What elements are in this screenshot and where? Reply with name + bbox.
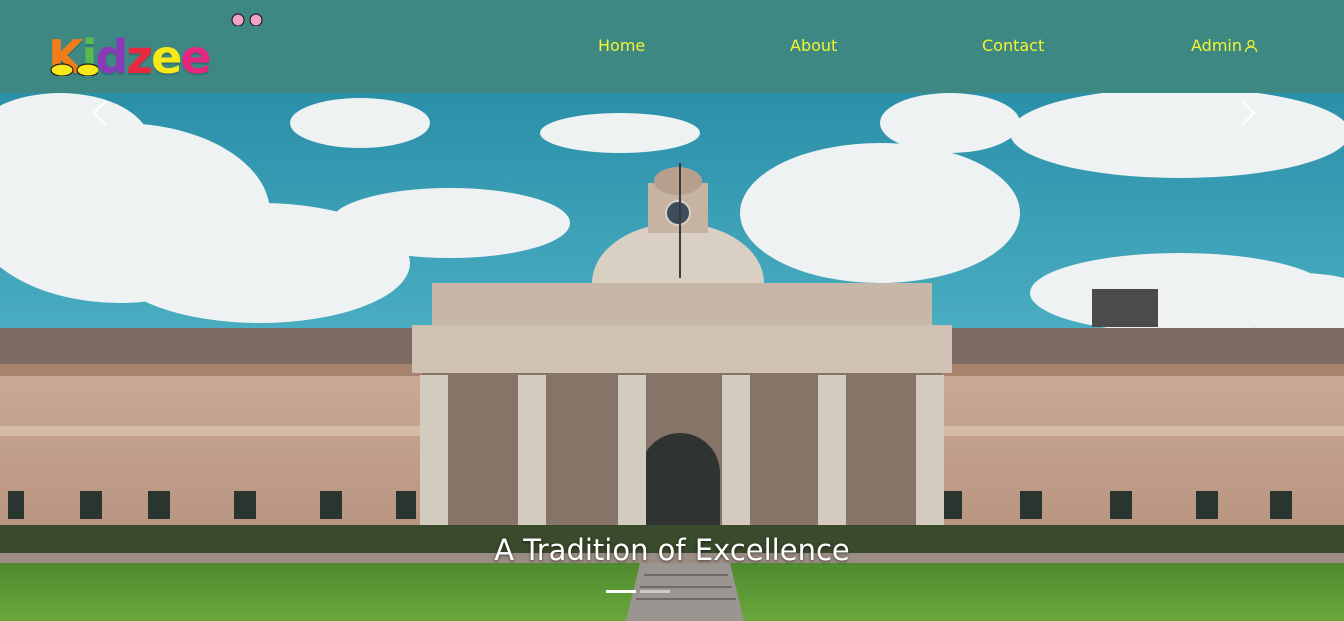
brand-logo[interactable]: K i d z e e — [48, 12, 268, 80]
nav-home-link[interactable]: Home — [598, 36, 645, 55]
user-icon — [1244, 39, 1258, 53]
logo-letter-d: d — [95, 30, 128, 84]
nav-about-link[interactable]: About — [790, 36, 837, 55]
carousel-caption: A Tradition of Excellence — [494, 533, 850, 567]
logo-letter-e2: e — [180, 30, 211, 84]
nav-contact-link[interactable]: Contact — [982, 36, 1044, 55]
hero-carousel: A Tradition of Excellence — [0, 93, 1344, 621]
carousel-prev-button[interactable] — [80, 93, 120, 133]
carousel-next-button[interactable] — [1228, 93, 1268, 133]
carousel-indicator-1[interactable] — [606, 590, 636, 593]
nav-admin-link[interactable]: Admin — [1191, 36, 1258, 55]
logo-letter-z: z — [126, 30, 153, 84]
logo-ears-icon — [231, 13, 263, 26]
carousel-indicator-2[interactable] — [640, 590, 670, 593]
carousel-indicators — [606, 590, 670, 593]
navbar: K i d z e e Home About Contact Admin — [0, 0, 1344, 93]
logo-letter-e1: e — [151, 30, 182, 84]
nav-admin-label: Admin — [1191, 36, 1242, 55]
logo-feet-icon — [50, 63, 98, 76]
